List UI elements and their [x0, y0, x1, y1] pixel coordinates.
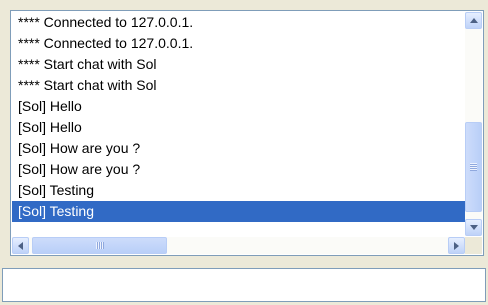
chat-log-line[interactable]: **** Connected to 127.0.0.1.: [12, 12, 465, 33]
horizontal-scrollbar[interactable]: [12, 237, 465, 254]
chat-log-line[interactable]: [Sol] Hello: [12, 117, 465, 138]
chat-log-line[interactable]: [Sol] How are you ?: [12, 138, 465, 159]
chat-log-line[interactable]: **** Start chat with Sol: [12, 75, 465, 96]
chat-log-line[interactable]: **** Start chat with Sol: [12, 54, 465, 75]
scroll-down-button[interactable]: [465, 219, 482, 236]
grip-icon: [470, 163, 477, 171]
vertical-scroll-thumb[interactable]: [465, 122, 482, 212]
message-input[interactable]: [2, 268, 486, 302]
scroll-left-button[interactable]: [12, 237, 29, 254]
chat-log-line[interactable]: [Sol] Hello: [12, 96, 465, 117]
chat-log-frame: **** Connected to 127.0.0.1. **** Connec…: [10, 10, 484, 256]
chat-log-line[interactable]: [Sol] Testing: [12, 180, 465, 201]
chat-log-line-selected[interactable]: [Sol] Testing: [12, 201, 465, 222]
scrollbar-corner: [465, 237, 482, 254]
chevron-right-icon: [454, 241, 459, 250]
chat-log-list[interactable]: **** Connected to 127.0.0.1. **** Connec…: [12, 12, 465, 236]
chevron-down-icon: [469, 225, 478, 230]
horizontal-scroll-thumb[interactable]: [32, 237, 167, 254]
chat-log-line[interactable]: [Sol] How are you ?: [12, 159, 465, 180]
scroll-right-button[interactable]: [448, 237, 465, 254]
scroll-up-button[interactable]: [465, 12, 482, 29]
chat-window: **** Connected to 127.0.0.1. **** Connec…: [0, 0, 488, 305]
grip-icon: [95, 242, 104, 249]
chevron-up-icon: [469, 18, 478, 23]
chevron-left-icon: [18, 241, 23, 250]
chat-log-line[interactable]: **** Connected to 127.0.0.1.: [12, 33, 465, 54]
vertical-scrollbar[interactable]: [465, 12, 482, 236]
